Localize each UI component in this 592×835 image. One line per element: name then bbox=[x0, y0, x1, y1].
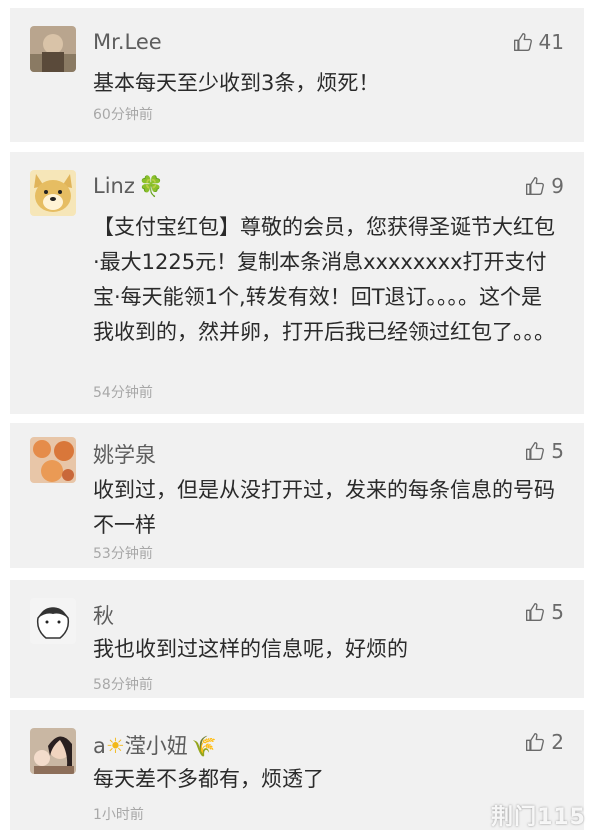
like-button[interactable]: 9 bbox=[525, 174, 564, 198]
doge-avatar bbox=[30, 170, 76, 216]
like-count: 9 bbox=[551, 174, 564, 198]
comment-time: 1小时前 bbox=[93, 807, 144, 823]
commenter-name-prefix: a bbox=[93, 734, 106, 758]
avatar[interactable] bbox=[30, 598, 76, 644]
like-count: 5 bbox=[551, 600, 564, 624]
like-button[interactable]: 5 bbox=[525, 600, 564, 624]
comment-time: 58分钟前 bbox=[93, 677, 153, 693]
thumbs-up-icon bbox=[513, 33, 532, 51]
comment-time: 60分钟前 bbox=[93, 107, 153, 123]
avatar[interactable] bbox=[30, 170, 76, 216]
comment-time: 54分钟前 bbox=[93, 385, 153, 401]
sketch-avatar bbox=[30, 598, 76, 644]
comment-text: 我也收到过这样的信息呢，好烦的 bbox=[93, 637, 408, 661]
food-avatar bbox=[30, 437, 76, 483]
clover-icon: 🍀 bbox=[138, 174, 164, 198]
avatar[interactable] bbox=[30, 26, 76, 72]
photo-avatar bbox=[30, 728, 76, 774]
comment-card: Linz 🍀 9 【支付宝红包】尊敬的会员，您获得圣诞节大红包·最大1225元！复… bbox=[10, 152, 584, 414]
rice-icon: 🌾 bbox=[191, 734, 217, 758]
commenter-name-text: 滢小妞 bbox=[124, 734, 188, 758]
avatar-photo bbox=[30, 26, 76, 72]
comment-card: Mr.Lee 41 基本每天至少收到3条，烦死！ 60分钟前 bbox=[10, 8, 584, 142]
thumbs-up-icon bbox=[526, 603, 545, 621]
comment-time: 53分钟前 bbox=[93, 546, 153, 562]
thumbs-up-icon bbox=[526, 177, 545, 195]
commenter-name[interactable]: 秋 bbox=[93, 600, 114, 630]
comment-text: 基本每天至少收到3条，烦死！ bbox=[93, 71, 380, 95]
comment-card: 姚学泉 5 收到过，但是从没打开过，发来的每条信息的号码不一样 53分钟前 bbox=[10, 423, 584, 568]
like-count: 2 bbox=[551, 730, 564, 754]
like-button[interactable]: 2 bbox=[525, 730, 564, 754]
commenter-name[interactable]: 姚学泉 bbox=[93, 439, 156, 469]
thumbs-up-icon bbox=[526, 442, 545, 460]
commenter-name[interactable]: Linz 🍀 bbox=[93, 174, 164, 198]
avatar[interactable] bbox=[30, 437, 76, 483]
avatar[interactable] bbox=[30, 728, 76, 774]
comment-text: 收到过，但是从没打开过，发来的每条信息的号码不一样 bbox=[93, 478, 555, 537]
like-button[interactable]: 5 bbox=[525, 439, 564, 463]
comment-text: 【支付宝红包】尊敬的会员，您获得圣诞节大红包·最大1225元！复制本条消息xxx… bbox=[93, 215, 555, 344]
sun-icon: ☀ bbox=[105, 734, 125, 758]
site-watermark: 荆门115 bbox=[491, 805, 586, 830]
like-count: 5 bbox=[551, 439, 564, 463]
commenter-name-text: Linz bbox=[93, 174, 135, 198]
commenter-name[interactable]: Mr.Lee bbox=[93, 30, 162, 54]
comment-text: 每天差不多都有，烦透了 bbox=[93, 767, 324, 791]
like-button[interactable]: 41 bbox=[513, 30, 564, 54]
commenter-name[interactable]: a☀滢小妞 🌾 bbox=[93, 730, 217, 760]
comment-card: 秋 5 我也收到过这样的信息呢，好烦的 58分钟前 bbox=[10, 580, 584, 698]
like-count: 41 bbox=[538, 30, 564, 54]
thumbs-up-icon bbox=[526, 733, 545, 751]
